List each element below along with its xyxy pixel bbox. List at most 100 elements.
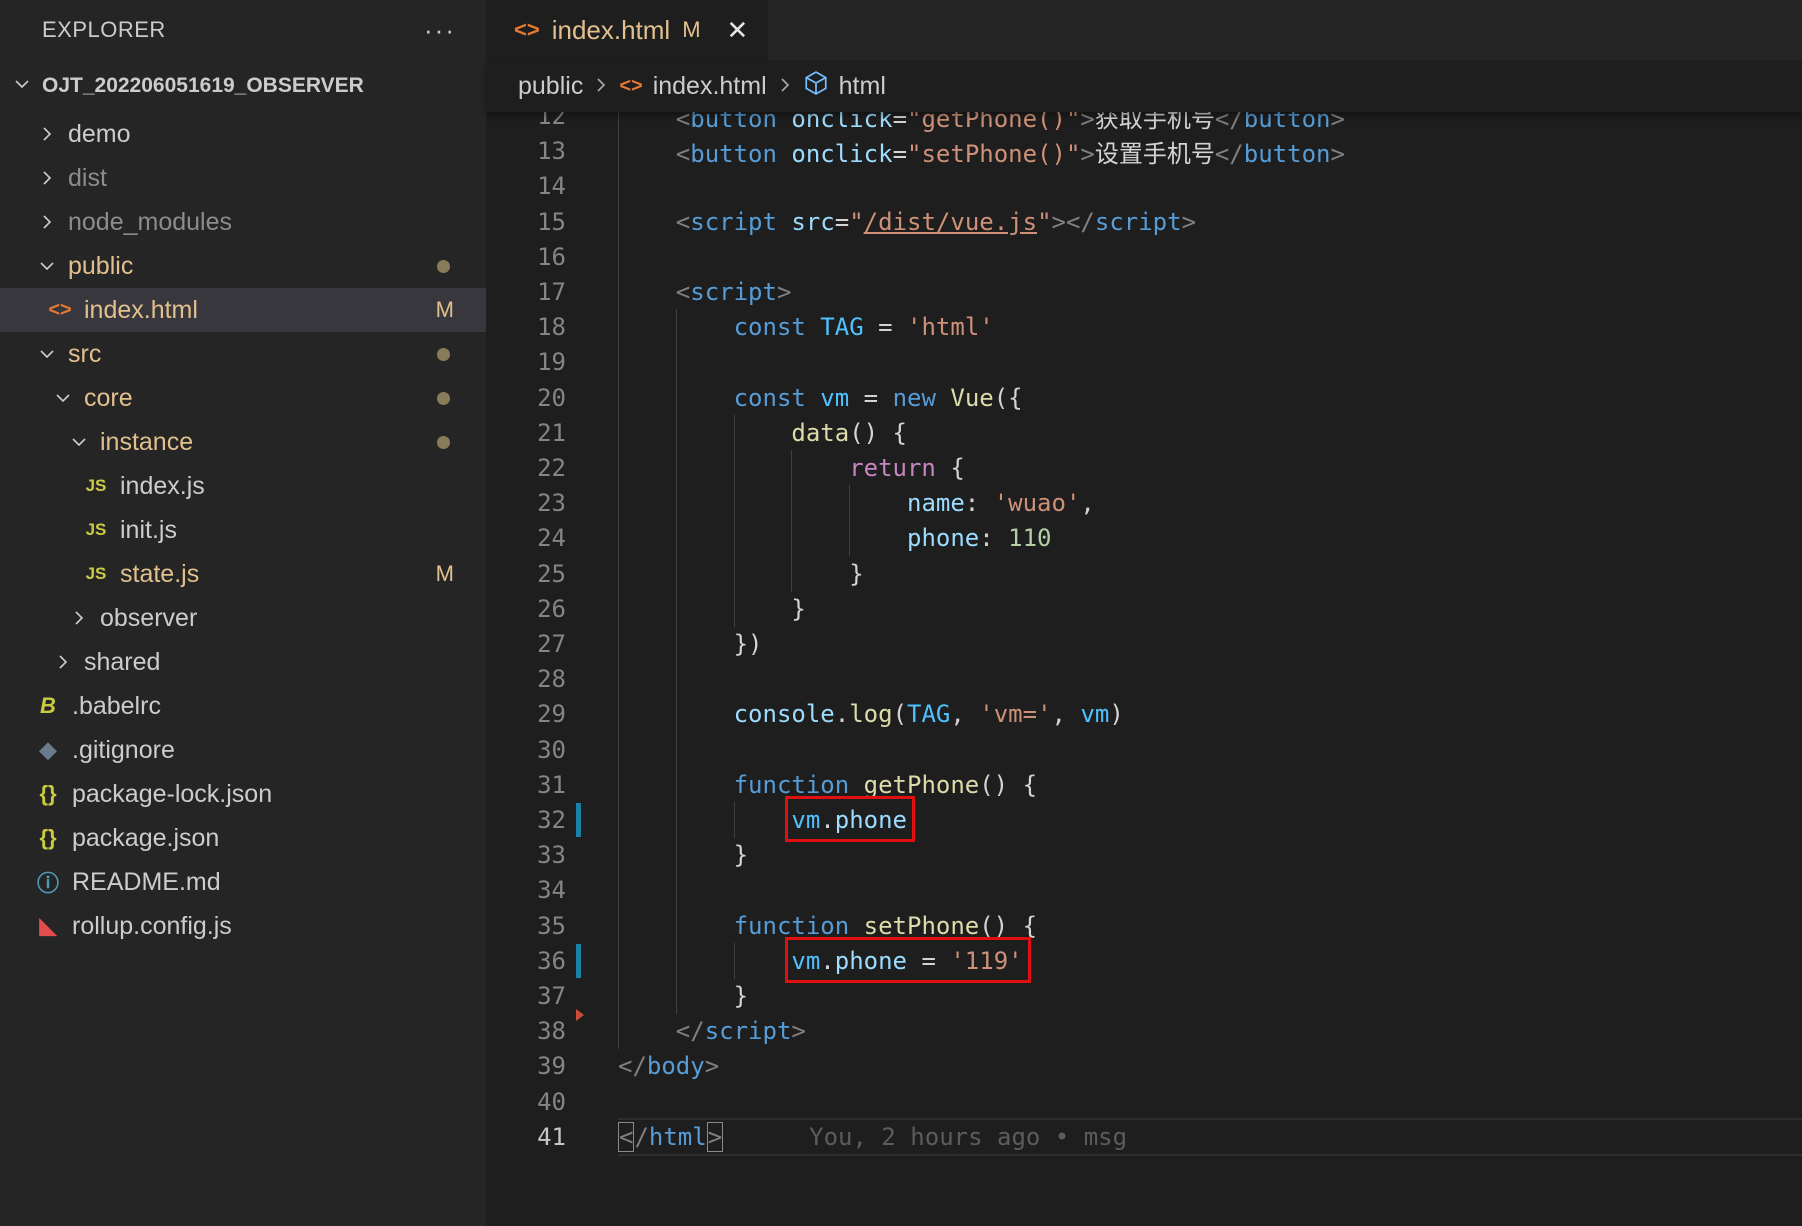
indent-guide [733,802,735,838]
breadcrumb: public <> index.html html [486,60,1802,112]
code-text: function setPhone() { [734,912,1037,940]
tree-item-index-html[interactable]: <> index.html M [0,288,486,332]
code-token: 'vm=' [979,700,1052,729]
code-token: ) [1109,700,1124,729]
code-token: () { [849,418,907,447]
tree-item-package-json[interactable]: {} package.json [0,816,486,860]
code-line: 33} [486,837,1802,874]
indent-guide [618,872,619,909]
indent-guide [618,112,619,134]
tree-item-init-js[interactable]: JS init.js [0,508,486,552]
code-line: 25} [486,555,1802,592]
gutter-deleted-marker[interactable] [576,1009,584,1022]
indent-guide [849,520,851,557]
tree-item-readme-md[interactable]: ⓘ README.md [0,860,486,904]
code-token: "setPhone()" [907,139,1081,168]
tree-item-node-modules[interactable]: node_modules [0,200,486,244]
code-line: 22 return { [486,450,1802,486]
code-token: 获取手机号 [1094,112,1215,133]
code-text: function getPhone() { [734,771,1037,799]
line-number: 21 [537,418,566,447]
tree-item-public[interactable]: public [0,244,486,288]
indent-guide [675,590,677,627]
info-icon: ⓘ [36,871,59,896]
gutter-modified-marker[interactable] [576,803,581,837]
code-token: log [849,700,893,729]
tree-item-package-lock-json[interactable]: {} package-lock.json [0,772,486,816]
code-line: 28 [486,661,1802,698]
indent-guide [675,731,677,768]
code-editor[interactable]: 12 <button onclick="getPhone()">获取手机号</bu… [486,112,1802,1226]
more-actions-icon[interactable]: ··· [424,15,456,46]
rollup-icon: ◣ [39,913,57,938]
annotation-highlight-box [785,796,915,842]
tree-item-src[interactable]: src [0,332,486,376]
tab-label: index.html [551,14,671,45]
code-token: > [791,1017,806,1046]
tree-item-babelrc[interactable]: B .babelrc [0,684,486,728]
code-token: TAG [820,313,864,342]
breadcrumb-item-symbol[interactable]: html [839,72,886,101]
tab-modified-badge: M [682,17,701,42]
line-number: 15 [537,207,566,236]
code-token: > [1080,139,1095,168]
indent-guide [618,238,619,275]
tree-item-dist[interactable]: dist [0,156,486,200]
chevron-right-icon [34,170,60,186]
indent-guide [675,626,677,662]
code-text: name: 'wuao', [907,489,1095,517]
tree-item-shared[interactable]: shared [0,640,486,684]
code-token: } [849,559,864,588]
code-line: 17 <script> [486,274,1802,310]
code-token: setPhone [863,911,980,940]
close-icon[interactable]: ✕ [727,15,749,46]
indent-guide [618,1013,619,1050]
tree-item-rollup-config-js[interactable]: ◣ rollup.config.js [0,904,486,948]
line-number: 17 [537,278,566,306]
line-number: 31 [537,770,566,799]
tree-item-core[interactable]: core [0,376,486,420]
tree-item-label: rollup.config.js [72,911,232,940]
code-token: < [675,112,691,133]
indent-guide [618,168,619,205]
indent-guide [733,485,735,522]
tab-index-html[interactable]: <> index.html M ✕ [486,0,769,60]
code-line: 12 <button onclick="getPhone()">获取手机号</bu… [486,112,1802,134]
indent-guide [791,485,793,522]
code-line: 20 const vm = new Vue({ [486,379,1802,416]
line-number: 26 [537,594,566,623]
indent-guide [675,309,677,346]
code-line: 24 phone: 110 [486,520,1802,557]
tree-item-observer[interactable]: observer [0,596,486,640]
tree-item-index-js[interactable]: JS index.js [0,464,486,508]
gutter-modified-marker[interactable] [576,943,581,978]
indent-guide [618,907,619,944]
tree-item-state-js[interactable]: JS state.js M [0,552,486,596]
code-token: Vue [950,383,994,412]
code-token: " [1037,207,1052,236]
breadcrumb-item-file[interactable]: index.html [653,72,767,101]
breadcrumb-item-public[interactable]: public [518,72,583,101]
code-line: 41 </html> You, 2 hours ago • msg [486,1117,1802,1156]
tree-item-demo[interactable]: demo [0,112,486,156]
code-text: phone: 110 [907,524,1052,552]
tree-item-label: package.json [72,823,220,852]
workspace-root[interactable]: OJT_202206051619_OBSERVER [0,60,486,112]
code-line: 36 vm.phone = '119' [486,942,1802,979]
tree-item-gitignore[interactable]: ◆ .gitignore [0,728,486,772]
indent-guide [733,520,735,557]
code-token: = [834,207,850,236]
code-line: 15 <script src="/dist/vue.js"></script> [486,203,1802,240]
tree-item-label: public [68,251,134,280]
line-number: 14 [537,172,566,201]
explorer-title: EXPLORER [42,17,166,42]
line-number: 33 [537,841,566,870]
code-token: / [634,1122,649,1151]
tree-item-instance[interactable]: instance [0,420,486,464]
indent-guide [675,802,677,838]
indent-guide [618,731,619,768]
code-line: 29 console.log(TAG, 'vm=', vm) [486,696,1802,733]
